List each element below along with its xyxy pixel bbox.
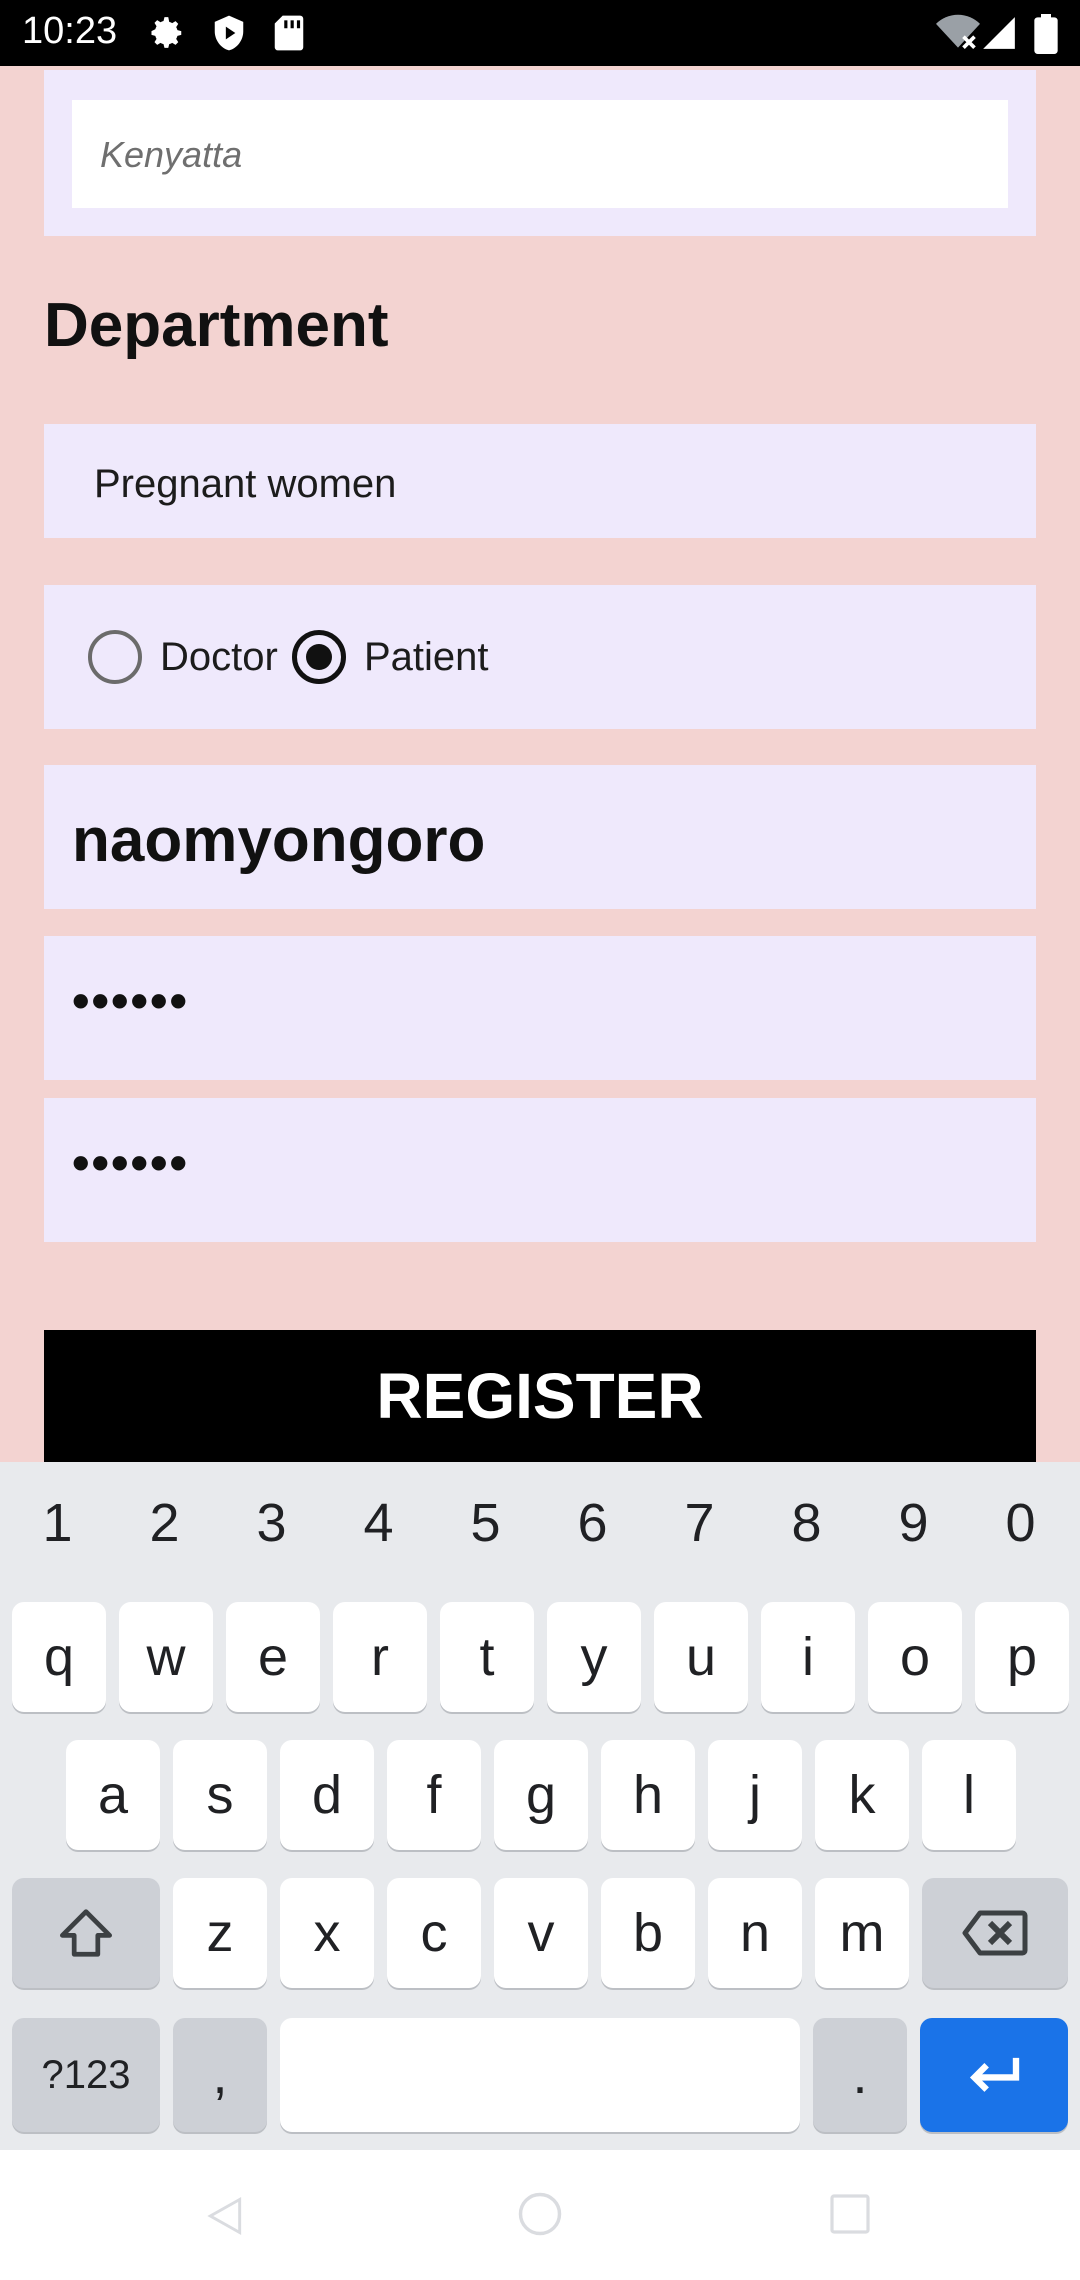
status-time: 10:23 bbox=[22, 10, 118, 52]
register-button[interactable]: REGISTER bbox=[44, 1330, 1036, 1462]
key-v[interactable]: v bbox=[494, 1878, 588, 1988]
recents-icon[interactable] bbox=[826, 2190, 874, 2238]
key-n[interactable]: n bbox=[708, 1878, 802, 1988]
key-2[interactable]: 2 bbox=[111, 1492, 218, 1554]
key-8[interactable]: 8 bbox=[753, 1492, 860, 1554]
patient-radio-label[interactable]: Patient bbox=[364, 635, 489, 680]
keyboard-number-row: 1 2 3 4 5 6 7 8 9 0 bbox=[0, 1462, 1080, 1590]
battery-icon bbox=[1034, 14, 1058, 54]
key-h[interactable]: h bbox=[601, 1740, 695, 1850]
department-title: Department bbox=[44, 291, 389, 360]
key-6[interactable]: 6 bbox=[539, 1492, 646, 1554]
period-key[interactable]: . bbox=[813, 2018, 907, 2132]
shift-key[interactable] bbox=[12, 1878, 160, 1988]
key-p[interactable]: p bbox=[975, 1602, 1069, 1712]
password-value: •••••• bbox=[72, 973, 190, 1029]
enter-icon bbox=[969, 2057, 1020, 2092]
symbols-key[interactable]: ?123 bbox=[12, 2018, 160, 2132]
wifi-off-icon bbox=[936, 14, 980, 49]
key-g[interactable]: g bbox=[494, 1740, 588, 1850]
enter-key[interactable] bbox=[920, 2018, 1068, 2132]
key-e[interactable]: e bbox=[226, 1602, 320, 1712]
key-b[interactable]: b bbox=[601, 1878, 695, 1988]
comma-key[interactable]: , bbox=[173, 2018, 267, 2132]
key-t[interactable]: t bbox=[440, 1602, 534, 1712]
key-7[interactable]: 7 bbox=[646, 1492, 753, 1554]
key-4[interactable]: 4 bbox=[325, 1492, 432, 1554]
hospital-input[interactable]: Kenyatta bbox=[72, 100, 1008, 208]
status-bar: 10:23 bbox=[0, 0, 1080, 66]
backspace-key[interactable] bbox=[922, 1878, 1068, 1988]
key-u[interactable]: u bbox=[654, 1602, 748, 1712]
department-value: Pregnant women bbox=[94, 462, 397, 506]
shift-icon bbox=[60, 1909, 112, 1957]
backspace-icon bbox=[962, 1910, 1028, 1956]
play-protect-icon bbox=[214, 15, 244, 51]
key-9[interactable]: 9 bbox=[860, 1492, 967, 1554]
hospital-input-value: Kenyatta bbox=[100, 134, 243, 175]
key-k[interactable]: k bbox=[815, 1740, 909, 1850]
key-f[interactable]: f bbox=[387, 1740, 481, 1850]
key-l[interactable]: l bbox=[922, 1740, 1016, 1850]
confirm-password-field[interactable]: •••••• bbox=[44, 1098, 1036, 1242]
back-icon[interactable] bbox=[200, 2194, 250, 2238]
key-y[interactable]: y bbox=[547, 1602, 641, 1712]
key-i[interactable]: i bbox=[761, 1602, 855, 1712]
signal-icon bbox=[983, 17, 1015, 49]
soft-keyboard: 1 2 3 4 5 6 7 8 9 0 q w e r t y u i o p … bbox=[0, 1462, 1080, 2150]
key-s[interactable]: s bbox=[173, 1740, 267, 1850]
key-d[interactable]: d bbox=[280, 1740, 374, 1850]
key-5[interactable]: 5 bbox=[432, 1492, 539, 1554]
doctor-radio[interactable] bbox=[88, 630, 142, 684]
sd-card-icon bbox=[274, 15, 304, 51]
patient-radio[interactable] bbox=[292, 630, 346, 684]
role-radio-group: Doctor Patient bbox=[44, 585, 1036, 729]
key-1[interactable]: 1 bbox=[4, 1492, 111, 1554]
home-icon[interactable] bbox=[514, 2188, 566, 2240]
key-x[interactable]: x bbox=[280, 1878, 374, 1988]
doctor-radio-label[interactable]: Doctor bbox=[160, 635, 278, 680]
username-value: naomyongoro bbox=[72, 806, 486, 875]
username-field[interactable]: naomyongoro bbox=[44, 765, 1036, 909]
key-0[interactable]: 0 bbox=[967, 1492, 1074, 1554]
key-m[interactable]: m bbox=[815, 1878, 909, 1988]
key-c[interactable]: c bbox=[387, 1878, 481, 1988]
confirm-password-value: •••••• bbox=[72, 1135, 190, 1191]
key-r[interactable]: r bbox=[333, 1602, 427, 1712]
key-a[interactable]: a bbox=[66, 1740, 160, 1850]
gear-icon bbox=[151, 17, 182, 48]
key-j[interactable]: j bbox=[708, 1740, 802, 1850]
key-3[interactable]: 3 bbox=[218, 1492, 325, 1554]
key-z[interactable]: z bbox=[173, 1878, 267, 1988]
key-w[interactable]: w bbox=[119, 1602, 213, 1712]
key-o[interactable]: o bbox=[868, 1602, 962, 1712]
department-select[interactable]: Pregnant women bbox=[44, 424, 1036, 538]
key-q[interactable]: q bbox=[12, 1602, 106, 1712]
space-key[interactable] bbox=[280, 2018, 800, 2132]
password-field[interactable]: •••••• bbox=[44, 936, 1036, 1080]
navigation-bar bbox=[0, 2150, 1080, 2280]
